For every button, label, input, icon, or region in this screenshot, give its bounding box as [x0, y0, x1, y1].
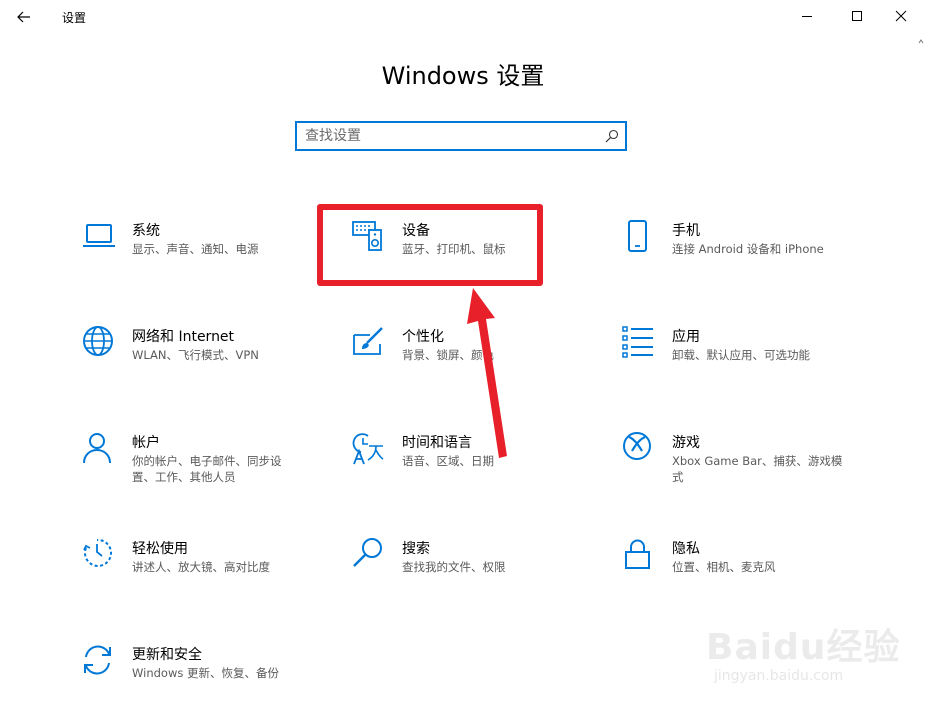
tile-description: 显示、声音、通知、电源 [132, 242, 259, 256]
tile-title: 轻松使用 [132, 541, 188, 557]
maximize-button[interactable] [842, 2, 872, 30]
time-language-icon [352, 433, 384, 465]
tile-title: 搜索 [402, 541, 430, 557]
ease-of-access-icon [83, 538, 112, 567]
baidu-watermark: Baidu经验 jingyan.baidu.com [706, 618, 916, 698]
watermark-logo: Baidu经验 [706, 627, 901, 668]
tile-description: Windows 更新、恢复、备份 [132, 666, 279, 680]
close-icon [895, 10, 907, 22]
lock-icon [625, 539, 650, 569]
magnifier-icon [353, 538, 382, 567]
tile-title: 个性化 [402, 329, 444, 345]
tile-title: 网络和 Internet [132, 329, 235, 345]
settings-tile-system[interactable]: 系统 显示、声音、通知、电源 [82, 220, 332, 290]
tile-description: 查找我的文件、权限 [402, 560, 506, 574]
scroll-up-indicator[interactable] [918, 36, 924, 46]
settings-tile-search[interactable]: 搜索 查找我的文件、权限 [352, 538, 602, 608]
back-button[interactable] [10, 4, 38, 30]
tile-description: 卸载、默认应用、可选功能 [672, 348, 810, 362]
tile-title: 系统 [132, 223, 160, 239]
watermark-url: jingyan.baidu.com [714, 668, 844, 684]
tile-description: 讲述人、放大镜、高对比度 [132, 560, 270, 574]
maximize-icon [852, 11, 862, 21]
phone-icon [628, 220, 647, 252]
app-title: 设置 [62, 11, 87, 25]
highlight-box-annotation [317, 204, 543, 286]
tile-title: 手机 [672, 223, 700, 239]
sync-icon [84, 645, 111, 675]
page-title: Windows 设置 [381, 62, 545, 90]
search-box[interactable] [295, 121, 627, 151]
settings-tile-accounts[interactable]: 帐户 你的帐户、电子邮件、同步设置、工作、其他人员 [82, 432, 332, 502]
tile-description: WLAN、飞行模式、VPN [132, 348, 259, 362]
red-arrow-annotation [467, 288, 507, 458]
tile-description: 连接 Android 设备和 iPhone [672, 242, 824, 256]
globe-icon [83, 326, 113, 356]
app-list-icon [622, 326, 653, 358]
tile-description: 位置、相机、麦克风 [672, 560, 776, 574]
close-button[interactable] [886, 2, 916, 30]
settings-tile-network[interactable]: 网络和 Internet WLAN、飞行模式、VPN [82, 326, 332, 396]
settings-tile-gaming[interactable]: 游戏 Xbox Game Bar、捕获、游戏模式 [622, 432, 872, 502]
tile-title: 更新和安全 [132, 647, 202, 663]
settings-tile-phone[interactable]: 手机 连接 Android 设备和 iPhone [622, 220, 872, 290]
settings-tile-ease-of-access[interactable]: 轻松使用 讲述人、放大镜、高对比度 [82, 538, 332, 608]
tile-description: 你的帐户、电子邮件、同步设置、工作、其他人员 [132, 454, 282, 484]
settings-tile-apps[interactable]: 应用 卸载、默认应用、可选功能 [622, 326, 872, 396]
xbox-icon [623, 432, 651, 460]
tile-title: 应用 [672, 329, 700, 345]
tile-title: 帐户 [132, 435, 160, 451]
settings-tile-update-security[interactable]: 更新和安全 Windows 更新、恢复、备份 [82, 644, 332, 714]
search-icon[interactable] [605, 129, 619, 143]
laptop-icon [83, 224, 115, 247]
minimize-icon [802, 16, 812, 17]
title-bar: 设置 [0, 0, 926, 34]
tile-description: Xbox Game Bar、捕获、游戏模式 [672, 454, 843, 484]
settings-tile-privacy[interactable]: 隐私 位置、相机、麦克风 [622, 538, 872, 608]
tile-title: 隐私 [672, 541, 700, 557]
search-input[interactable] [305, 127, 595, 145]
tile-title: 游戏 [672, 435, 700, 451]
paint-brush-icon [353, 327, 383, 355]
person-icon [83, 433, 111, 464]
minimize-button[interactable] [792, 2, 822, 30]
back-arrow-icon [17, 11, 30, 23]
